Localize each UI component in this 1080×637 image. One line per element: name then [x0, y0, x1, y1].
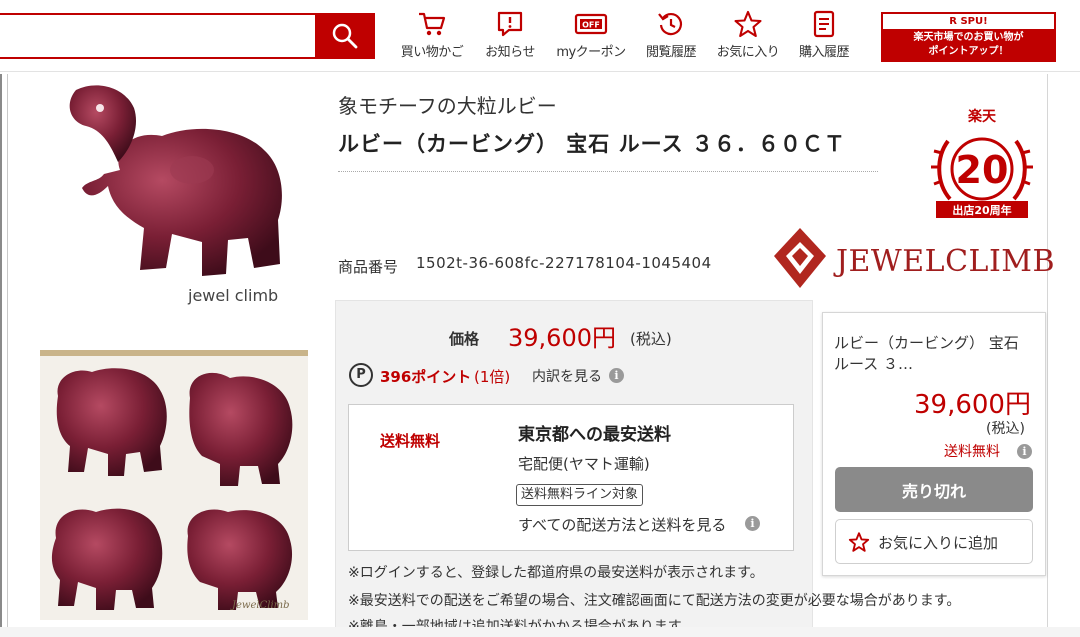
- page-frame-right: [1047, 74, 1048, 637]
- info-icon[interactable]: i: [609, 368, 624, 383]
- shipping-note: ※最安送料での配送をご希望の場合、注文確認画面にて配送方法の変更が必要な場合があ…: [348, 593, 961, 609]
- rakuten-20th-anniversary-badge: 楽天 20 出店20周年: [931, 108, 1033, 218]
- spu-line1: 楽天市場でのお買い物が: [913, 32, 1024, 43]
- spu-title: R SPU!: [949, 16, 988, 27]
- bottom-strip: [0, 627, 1080, 637]
- add-to-favorites-label: お気に入りに追加: [878, 534, 999, 552]
- sold-out-button[interactable]: 売り切れ: [835, 467, 1033, 512]
- item-number: 1502t-36-608fc-227178104-1045404: [416, 254, 712, 272]
- star-icon: [734, 10, 762, 38]
- search-icon: [332, 23, 358, 49]
- price-value: 39,600円: [508, 324, 616, 352]
- nav-purchase-history-label: 購入履歴: [798, 45, 850, 60]
- nav-purchase-history[interactable]: 購入履歴: [792, 10, 856, 68]
- point-rate: (1倍): [474, 368, 511, 386]
- badge-brand: 楽天: [967, 108, 997, 125]
- product-thumbnail-grid[interactable]: [40, 350, 308, 620]
- free-shipping-label: 送料無料: [380, 432, 441, 450]
- coupon-badge: OFF: [582, 21, 600, 30]
- title-divider: [338, 171, 878, 172]
- badge-caption: 出店20周年: [952, 203, 1011, 217]
- buybox-tax-label: (税込): [986, 421, 1025, 437]
- nav-notification[interactable]: お知らせ: [478, 10, 542, 68]
- spu-line2: ポイントアップ！: [928, 46, 1009, 57]
- point-icon: P: [349, 363, 373, 387]
- star-icon: [848, 532, 870, 552]
- all-shipping-methods-link[interactable]: すべての配送方法と送料を見る: [518, 514, 726, 535]
- shop-logo-text: JEWELCLIMB: [836, 244, 1056, 279]
- nav-history-label: 閲覧履歴: [645, 45, 697, 60]
- buybox-free-shipping: 送料無料: [944, 444, 1000, 460]
- point-detail-link[interactable]: 内訳を見る: [532, 366, 602, 386]
- nav-history[interactable]: 閲覧履歴: [639, 10, 703, 68]
- catch-copy: 象モチーフの大粒ルビー: [338, 94, 557, 118]
- search-input[interactable]: [0, 13, 316, 59]
- page-frame-left: [0, 74, 8, 637]
- history-icon: [658, 12, 683, 36]
- badge-number: 20: [956, 148, 1009, 192]
- info-icon[interactable]: i: [1017, 444, 1032, 459]
- nav-cart-label: 買い物かご: [400, 45, 464, 60]
- info-icon[interactable]: i: [745, 516, 760, 531]
- shipping-note: ※ログインすると、登録した都道府県の最安送料が表示されます。: [348, 565, 764, 581]
- add-to-favorites-button[interactable]: お気に入りに追加: [835, 519, 1033, 564]
- nav-coupon[interactable]: OFF myクーポン: [549, 10, 633, 68]
- nav-favorites[interactable]: お気に入り: [710, 10, 786, 68]
- thumbnail-1[interactable]: [56, 368, 167, 476]
- product-title: ルビー（カービング） 宝石 ルース ３６．６０ＣＴ: [338, 132, 846, 156]
- site-header: 買い物かご お知らせ OFF myクーポン 閲覧履歴 お気に入り 購入履歴 R …: [0, 0, 1080, 72]
- purchase-history-icon: [813, 10, 835, 38]
- shipping-carrier: 宅配便(ヤマト運輸): [518, 455, 650, 473]
- search-button[interactable]: [315, 13, 375, 59]
- shipping-heading: 東京都への最安送料: [518, 425, 671, 445]
- nav-notification-label: お知らせ: [485, 45, 535, 60]
- item-number-label: 商品番号: [338, 258, 399, 276]
- thumbnail-caption: JewelClimb: [232, 600, 290, 611]
- coupon-icon: OFF: [574, 13, 608, 35]
- thumbnail-4[interactable]: [187, 509, 293, 610]
- spu-body: 楽天市場でのお買い物が ポイントアップ！: [883, 29, 1054, 60]
- free-shipping-line-tag: 送料無料ライン対象: [516, 484, 644, 506]
- buybox-price: 39,600円: [914, 390, 1031, 420]
- spu-banner[interactable]: R SPU! 楽天市場でのお買い物が ポイントアップ！: [881, 12, 1056, 62]
- product-main-image[interactable]: [42, 78, 304, 310]
- point-value: 396ポイント: [380, 368, 472, 386]
- buybox-product-name: ルビー（カービング） 宝石 ルース ３…: [834, 334, 1019, 373]
- thumbnail-collage: [51, 368, 293, 610]
- nav-favorites-label: お気に入り: [716, 45, 780, 60]
- price-label: 価格: [449, 330, 480, 348]
- thumbnail-2[interactable]: [189, 372, 293, 486]
- nav-coupon-label: myクーポン: [556, 45, 626, 60]
- notification-icon: [497, 11, 523, 37]
- nav-cart[interactable]: 買い物かご: [395, 10, 469, 68]
- thumbnail-3[interactable]: [51, 508, 163, 610]
- price-tax-label: (税込): [630, 330, 672, 348]
- main-image-caption: jewel climb: [188, 286, 279, 305]
- cart-icon: [419, 12, 446, 36]
